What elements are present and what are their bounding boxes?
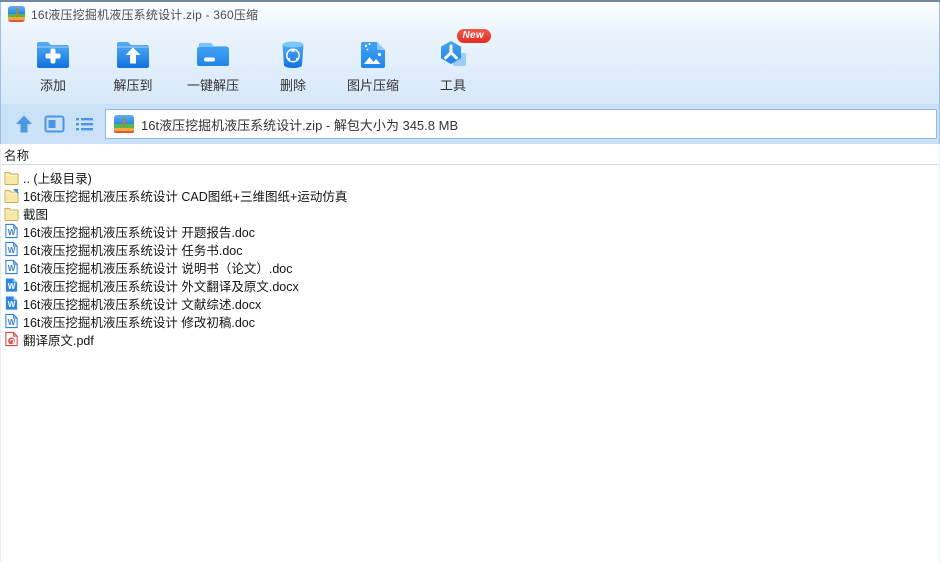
add-button-label: 添加 [39,78,66,93]
file-list-area: 名称 .. (上级目录) 16t液压挖掘机液压系统设计 CAD图纸+三维图纸+运… [0,144,940,562]
word-doc-icon: W [3,313,19,329]
file-name: 16t液压挖掘机液压系统设计 外文翻译及原文.docx [23,279,299,294]
file-rows: .. (上级目录) 16t液压挖掘机液压系统设计 CAD图纸+三维图纸+运动仿真… [1,165,939,348]
doc-file-row[interactable]: W 16t液压挖掘机液压系统设计 说明书（论文）.doc [1,258,939,276]
word-docx-icon: W [3,295,19,311]
svg-text:W: W [7,318,15,327]
pdf-icon [3,331,19,347]
svg-text:W: W [7,246,15,255]
one-key-extract-icon [195,38,231,70]
image-compress-button[interactable]: 图片压缩 [341,36,405,94]
file-name: .. (上级目录) [23,171,92,186]
app-zip-icon [8,6,25,22]
view-list-button[interactable] [71,112,97,136]
column-header-name[interactable]: 名称 [1,144,939,165]
file-name: 16t液压挖掘机液压系统设计 任务书.doc [23,243,243,258]
panel-view-icon [44,115,64,133]
list-view-icon [75,118,93,131]
file-name: 截图 [23,207,49,222]
extract-to-button-label: 解压到 [113,78,153,93]
main-toolbar: 添加 解压到 一键解压 删除 图片压缩 New 工具 [0,26,940,104]
add-button[interactable]: 添加 [21,36,85,94]
up-directory-button[interactable] [11,112,37,136]
file-name: 16t液压挖掘机液压系统设计 开题报告.doc [23,225,255,240]
pdf-file-row[interactable]: 翻译原文.pdf [1,330,939,348]
extract-to-button[interactable]: 解压到 [101,36,165,94]
delete-button-label: 删除 [279,78,306,93]
archive-zip-icon [114,114,134,134]
image-compress-button-label: 图片压缩 [346,78,399,93]
new-badge: New [456,29,491,43]
file-name: 16t液压挖掘机液压系统设计 CAD图纸+三维图纸+运动仿真 [23,189,348,204]
view-panel-button[interactable] [41,112,67,136]
file-name: 16t液压挖掘机液压系统设计 说明书（论文）.doc [23,261,293,276]
folder-row-cad[interactable]: 16t液压挖掘机液压系统设计 CAD图纸+三维图纸+运动仿真 [1,186,939,204]
tools-button-label: 工具 [439,78,466,93]
doc-file-row[interactable]: W 16t液压挖掘机液压系统设计 开题报告.doc [1,222,939,240]
add-folder-icon [35,38,71,70]
folder-link-icon [3,187,19,203]
one-key-extract-button-label: 一键解压 [186,78,239,93]
file-name: 翻译原文.pdf [23,333,94,348]
folder-icon [3,205,19,221]
image-compress-icon [355,38,391,70]
parent-directory-row[interactable]: .. (上级目录) [1,168,939,186]
folder-icon [3,169,19,185]
tools-button[interactable]: New 工具 [421,29,491,94]
delete-button[interactable]: 删除 [261,36,325,94]
docx-file-row[interactable]: W 16t液压挖掘机液压系统设计 文献综述.docx [1,294,939,312]
word-doc-icon: W [3,241,19,257]
svg-text:W: W [7,300,15,309]
file-name: 16t液压挖掘机液压系统设计 修改初稿.doc [23,315,255,330]
word-doc-icon: W [3,259,19,275]
doc-file-row[interactable]: W 16t液压挖掘机液压系统设计 任务书.doc [1,240,939,258]
extract-to-icon [115,38,151,70]
docx-file-row[interactable]: W 16t液压挖掘机液压系统设计 外文翻译及原文.docx [1,276,939,294]
one-key-extract-button[interactable]: 一键解压 [181,36,245,94]
app-window: 16t液压挖掘机液压系统设计.zip - 360压缩 添加 解压到 一键解压 删… [0,0,940,562]
window-title: 16t液压挖掘机液压系统设计.zip - 360压缩 [31,7,259,22]
svg-text:W: W [7,282,15,291]
svg-text:W: W [7,228,15,237]
word-docx-icon: W [3,277,19,293]
address-text: 16t液压挖掘机液压系统设计.zip - 解包大小为 345.8 MB [141,117,459,133]
up-arrow-icon [16,115,32,133]
word-doc-icon: W [3,223,19,239]
file-name: 16t液压挖掘机液压系统设计 文献综述.docx [23,297,262,312]
address-toolbar: 16t液压挖掘机液压系统设计.zip - 解包大小为 345.8 MB [0,104,940,144]
doc-file-row[interactable]: W 16t液压挖掘机液压系统设计 修改初稿.doc [1,312,939,330]
svg-text:W: W [7,264,15,273]
folder-row-screenshots[interactable]: 截图 [1,204,939,222]
delete-trash-icon [275,38,311,70]
title-bar: 16t液压挖掘机液压系统设计.zip - 360压缩 [0,2,940,26]
address-bar[interactable]: 16t液压挖掘机液压系统设计.zip - 解包大小为 345.8 MB [105,109,937,139]
